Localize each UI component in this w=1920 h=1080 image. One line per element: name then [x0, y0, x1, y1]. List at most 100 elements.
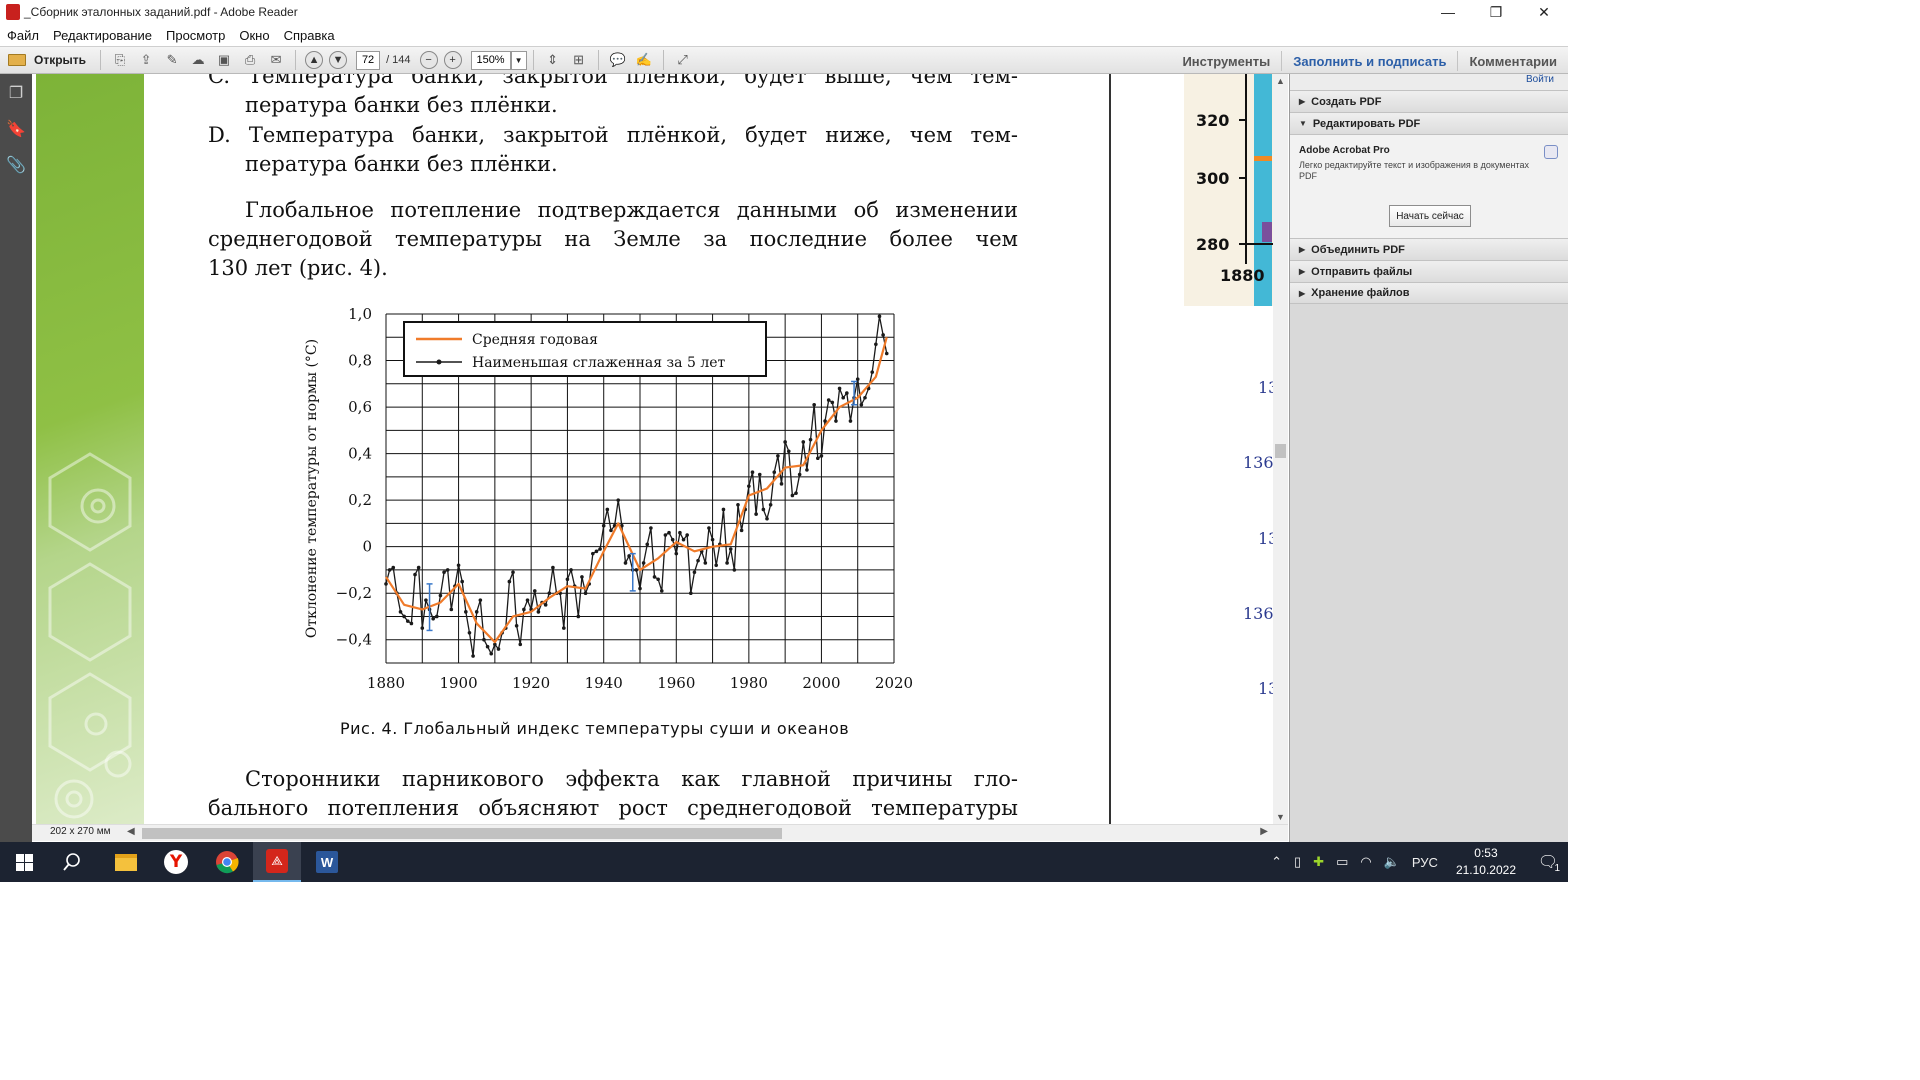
toolbar-separator — [295, 50, 297, 70]
scroll-down-icon[interactable]: ▼ — [1276, 812, 1285, 822]
menu-help[interactable]: Справка — [277, 28, 342, 43]
answer-option-c: C. Температура банки, закрытой пленкой, … — [208, 74, 1018, 120]
fullscreen-icon[interactable]: ⤢ — [673, 51, 693, 69]
taskbar-yandex[interactable]: Y — [152, 842, 200, 882]
cloud-upload-icon[interactable]: ☁ — [188, 51, 208, 69]
start-now-button[interactable]: Начать сейчас — [1389, 205, 1471, 227]
data-point — [562, 626, 566, 630]
data-point — [467, 630, 472, 635]
comment-icon[interactable]: 💬 — [608, 51, 628, 69]
collapse-arrow-icon: ▼ — [1299, 119, 1307, 128]
tray-app-icon[interactable]: ▯ — [1294, 854, 1301, 870]
page-size-label: 202 x 270 мм — [50, 826, 111, 837]
zoom-out-icon[interactable]: − — [419, 51, 438, 69]
volume-icon[interactable]: 🔈 — [1384, 854, 1400, 870]
minimize-button[interactable]: — — [1424, 0, 1472, 24]
zoom-dropdown-icon[interactable]: ▼ — [510, 50, 527, 70]
section-send-files[interactable]: ▶ Отправить файлы — [1290, 260, 1568, 282]
data-point — [689, 591, 693, 595]
menu-edit[interactable]: Редактирование — [46, 28, 159, 43]
data-point — [848, 419, 853, 423]
scroll-left-icon[interactable]: ◀ — [127, 826, 135, 837]
taskbar-word[interactable]: W — [303, 842, 351, 882]
data-point — [652, 575, 657, 579]
vertical-scrollbar[interactable]: ▲ ▼ — [1273, 74, 1288, 824]
menu-view[interactable]: Просмотр — [159, 28, 232, 43]
data-point — [714, 563, 718, 568]
data-point — [747, 484, 751, 488]
data-point — [416, 565, 421, 570]
menu-file[interactable]: Файл — [0, 28, 46, 43]
data-point — [674, 551, 679, 556]
document-view[interactable]: C. Температура банки, закрытой пленкой, … — [32, 74, 1288, 824]
section-edit-pdf[interactable]: ▼ Редактировать PDF — [1290, 112, 1568, 134]
section-combine-pdf[interactable]: ▶ Объединить PDF — [1290, 238, 1568, 260]
clock[interactable]: 0:53 21.10.2022 — [1456, 845, 1516, 879]
zoom-input[interactable] — [470, 50, 511, 70]
data-point — [728, 547, 733, 551]
data-point — [511, 570, 515, 575]
scroll-right-icon[interactable]: ▶ — [1260, 826, 1268, 837]
attachments-icon[interactable]: 📎 — [6, 154, 26, 176]
scroll-up-icon[interactable]: ▲ — [1276, 76, 1285, 86]
highlight-icon[interactable]: ✍ — [634, 51, 654, 69]
page-number-input[interactable] — [356, 50, 381, 70]
taskbar-chrome[interactable] — [203, 842, 251, 882]
data-point — [797, 472, 802, 477]
section-create-pdf[interactable]: ▶ Создать PDF — [1290, 90, 1568, 112]
data-point — [678, 530, 682, 535]
paragraph-line-1: Глобальное потепление подтверждается дан… — [245, 198, 1018, 222]
x-tick-label: 2020 — [875, 674, 913, 692]
window-title: _Сборник эталонных заданий.pdf - Adobe R… — [24, 5, 298, 19]
edit-pdf-icon[interactable]: ✎ — [162, 51, 182, 69]
save-icon[interactable]: ▣ — [214, 51, 234, 69]
data-point — [583, 591, 588, 595]
data-point — [456, 563, 461, 568]
tools-tab[interactable]: Инструменты — [1171, 51, 1281, 71]
bookmarks-icon[interactable]: 🔖 — [6, 118, 26, 140]
vertical-scroll-thumb[interactable] — [1275, 444, 1286, 458]
fill-sign-tab[interactable]: Заполнить и подписать — [1281, 51, 1457, 71]
fit-width-icon[interactable]: ⊞ — [569, 51, 589, 69]
tray-green-app-icon[interactable]: ✚ — [1313, 854, 1324, 870]
export-pdf-icon[interactable]: ⇪ — [136, 51, 156, 69]
data-point — [837, 386, 842, 391]
open-button[interactable]: Открыть — [0, 48, 94, 72]
horizontal-scroll-thumb[interactable] — [142, 828, 782, 839]
print-icon[interactable]: ⎙ — [240, 51, 260, 69]
close-button[interactable]: ✕ — [1520, 0, 1568, 24]
taskbar-explorer[interactable] — [102, 842, 150, 882]
battery-icon[interactable]: ▭ — [1336, 854, 1348, 870]
tray-expand-icon[interactable]: ⌃ — [1271, 854, 1282, 870]
pages-icon[interactable]: ❐ — [6, 82, 26, 104]
data-point — [482, 637, 486, 642]
data-point — [525, 598, 530, 602]
email-icon[interactable]: ✉ — [266, 51, 286, 69]
data-point — [874, 342, 878, 347]
chrome-icon — [216, 851, 239, 874]
input-language[interactable]: РУС — [1412, 855, 1438, 870]
login-link[interactable]: Войти — [1290, 74, 1568, 90]
notifications-button[interactable]: 🗨 1 — [1528, 842, 1568, 882]
section-store-files[interactable]: ▶ Хранение файлов — [1290, 282, 1568, 304]
page-decoration-strip — [36, 74, 144, 824]
menu-window[interactable]: Окно — [232, 28, 276, 43]
data-point — [703, 561, 708, 565]
search-button[interactable] — [48, 842, 96, 882]
data-point — [391, 565, 396, 570]
restore-button[interactable]: ❐ — [1472, 0, 1520, 24]
zoom-in-icon[interactable]: + — [443, 51, 462, 69]
wifi-icon[interactable]: ◠ — [1360, 854, 1371, 870]
taskbar-adobe-reader[interactable]: ⟁ — [253, 842, 301, 882]
create-pdf-icon[interactable]: ⎘ — [110, 51, 130, 69]
adobe-reader-window: _Сборник эталонных заданий.pdf - Adobe R… — [0, 0, 1568, 882]
data-point — [623, 561, 628, 565]
comments-tab[interactable]: Комментарии — [1457, 51, 1568, 71]
fit-page-icon[interactable]: ⇕ — [543, 51, 563, 69]
next-page-icon[interactable]: ▼ — [329, 51, 348, 69]
previous-page-icon[interactable]: ▲ — [305, 51, 324, 69]
x-tick-label: 2000 — [802, 674, 840, 692]
horizontal-scrollbar[interactable]: 202 x 270 мм ◀ ▶ — [32, 824, 1288, 841]
menu-bar: Файл Редактирование Просмотр Окно Справк… — [0, 24, 1568, 46]
start-button[interactable] — [0, 842, 48, 882]
